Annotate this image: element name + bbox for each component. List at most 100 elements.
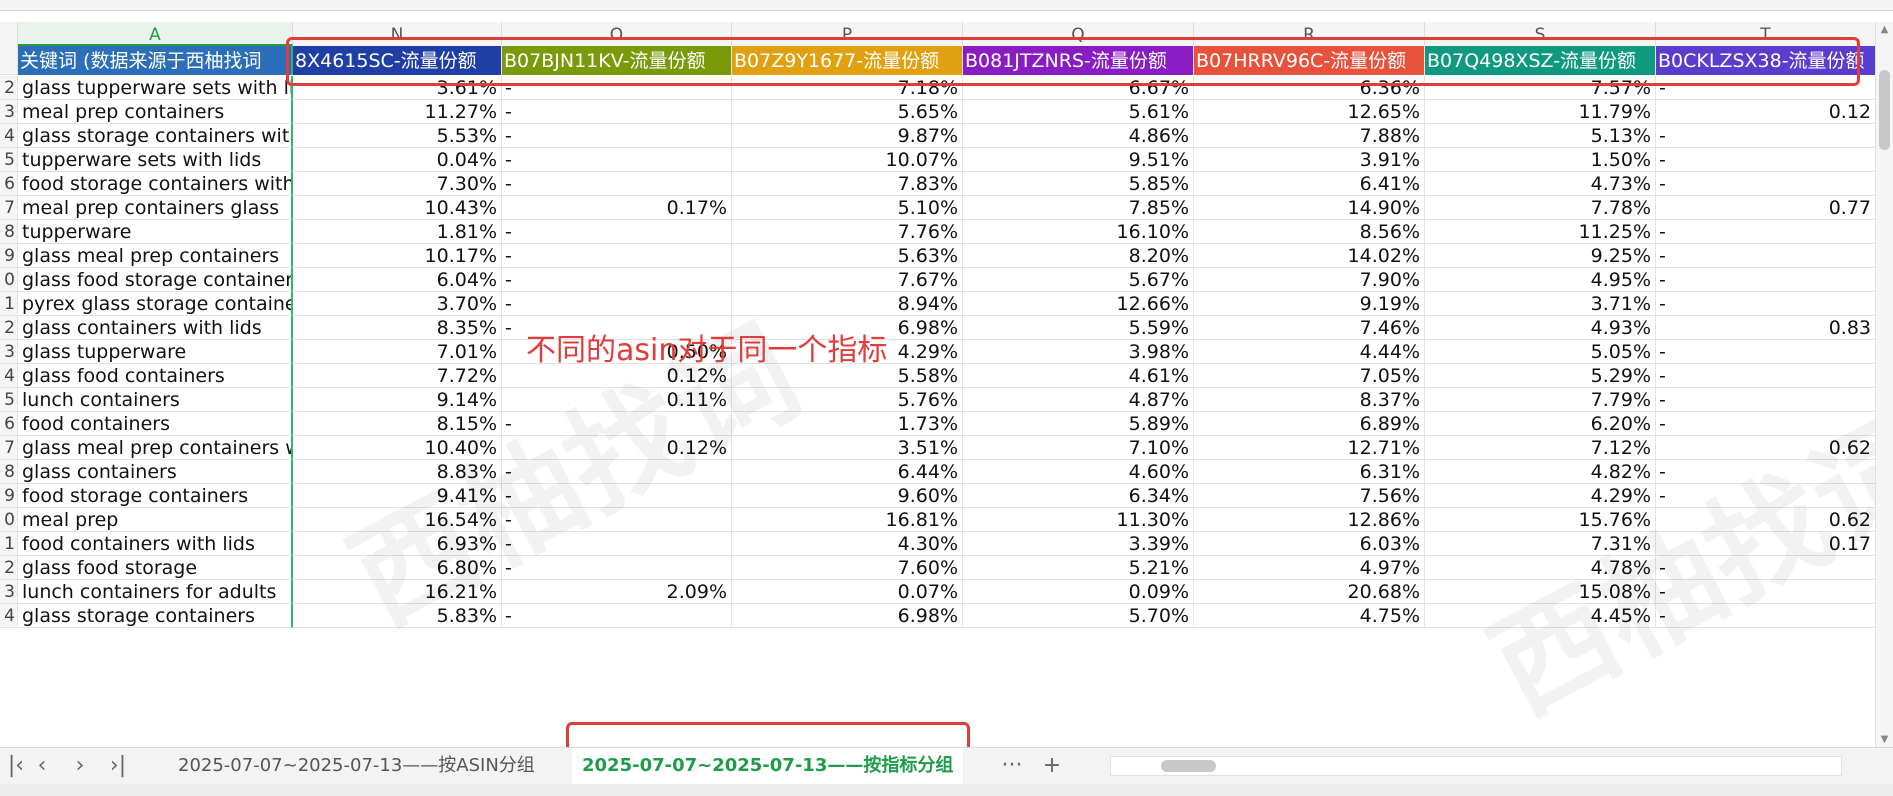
value-cell[interactable]: 16.21% <box>293 580 502 604</box>
value-cell[interactable]: - <box>1656 244 1876 268</box>
keyword-cell[interactable]: glass containers <box>18 460 293 484</box>
value-cell[interactable]: - <box>502 124 732 148</box>
value-cell[interactable]: 9.25% <box>1425 244 1656 268</box>
value-cell[interactable]: 0.07% <box>732 580 963 604</box>
row-number[interactable]: 2 <box>0 556 18 580</box>
value-cell[interactable]: 16.54% <box>293 508 502 532</box>
row-number[interactable]: 1 <box>0 532 18 556</box>
value-cell[interactable]: 5.85% <box>963 172 1194 196</box>
value-cell[interactable]: 11.25% <box>1425 220 1656 244</box>
value-cell[interactable]: 20.68% <box>1194 580 1425 604</box>
value-cell[interactable]: 8.15% <box>293 412 502 436</box>
value-cell[interactable]: 5.05% <box>1425 340 1656 364</box>
value-cell[interactable]: 3.70% <box>293 292 502 316</box>
value-cell[interactable]: 0.17 <box>1656 532 1876 556</box>
value-cell[interactable]: 9.87% <box>732 124 963 148</box>
keyword-cell[interactable]: food containers with lids <box>18 532 293 556</box>
value-cell[interactable]: 7.10% <box>963 436 1194 460</box>
value-cell[interactable]: 6.31% <box>1194 460 1425 484</box>
value-cell[interactable]: 12.71% <box>1194 436 1425 460</box>
add-sheet-icon[interactable]: + <box>1038 748 1066 784</box>
value-cell[interactable]: 0.17% <box>502 196 732 220</box>
value-cell[interactable]: 5.63% <box>732 244 963 268</box>
value-cell[interactable]: 4.60% <box>963 460 1194 484</box>
value-cell[interactable]: 4.95% <box>1425 268 1656 292</box>
value-cell[interactable]: - <box>1656 340 1876 364</box>
value-cell[interactable]: 4.44% <box>1194 340 1425 364</box>
more-sheets-icon[interactable]: ··· <box>998 748 1026 784</box>
value-cell[interactable]: 10.40% <box>293 436 502 460</box>
row-number[interactable]: 9 <box>0 484 18 508</box>
value-cell[interactable]: 7.30% <box>293 172 502 196</box>
value-cell[interactable]: - <box>502 508 732 532</box>
vertical-scroll-thumb[interactable] <box>1879 70 1890 150</box>
value-cell[interactable]: 12.66% <box>963 292 1194 316</box>
keyword-cell[interactable]: glass meal prep containers <box>18 244 293 268</box>
keyword-cell[interactable]: food storage containers with l <box>18 172 293 196</box>
value-cell[interactable]: - <box>502 148 732 172</box>
value-cell[interactable]: 7.12% <box>1425 436 1656 460</box>
row-number[interactable]: 7 <box>0 436 18 460</box>
value-cell[interactable]: 6.04% <box>293 268 502 292</box>
value-cell[interactable]: 9.19% <box>1194 292 1425 316</box>
value-cell[interactable]: 5.76% <box>732 388 963 412</box>
value-cell[interactable]: 16.10% <box>963 220 1194 244</box>
row-number[interactable]: 8 <box>0 220 18 244</box>
value-cell[interactable]: 4.29% <box>1425 484 1656 508</box>
value-cell[interactable]: 6.98% <box>732 604 963 628</box>
value-cell[interactable]: 11.27% <box>293 100 502 124</box>
scroll-down-icon[interactable]: ▼ <box>1876 734 1893 745</box>
value-cell[interactable]: 8.56% <box>1194 220 1425 244</box>
value-cell[interactable]: 3.51% <box>732 436 963 460</box>
value-cell[interactable]: 7.79% <box>1425 388 1656 412</box>
value-cell[interactable]: 7.72% <box>293 364 502 388</box>
column-letter-a[interactable]: A <box>18 22 293 46</box>
value-cell[interactable]: - <box>1656 220 1876 244</box>
value-cell[interactable]: 5.29% <box>1425 364 1656 388</box>
horizontal-scrollbar[interactable] <box>1110 756 1842 776</box>
value-cell[interactable]: - <box>502 532 732 556</box>
row-number[interactable]: 5 <box>0 148 18 172</box>
value-cell[interactable]: - <box>502 484 732 508</box>
value-cell[interactable]: - <box>1656 148 1876 172</box>
row-number[interactable]: 6 <box>0 412 18 436</box>
value-cell[interactable]: 0.09% <box>963 580 1194 604</box>
keyword-cell[interactable]: meal prep containers <box>18 100 293 124</box>
value-cell[interactable]: 7.88% <box>1194 124 1425 148</box>
value-cell[interactable]: 6.89% <box>1194 412 1425 436</box>
value-cell[interactable]: - <box>1656 292 1876 316</box>
value-cell[interactable]: 4.75% <box>1194 604 1425 628</box>
value-cell[interactable]: 7.31% <box>1425 532 1656 556</box>
value-cell[interactable]: 16.81% <box>732 508 963 532</box>
value-cell[interactable]: 0.62 <box>1656 436 1876 460</box>
value-cell[interactable]: 4.97% <box>1194 556 1425 580</box>
keyword-cell[interactable]: glass food containers <box>18 364 293 388</box>
value-cell[interactable]: 6.80% <box>293 556 502 580</box>
value-cell[interactable]: 7.78% <box>1425 196 1656 220</box>
value-cell[interactable]: 5.83% <box>293 604 502 628</box>
value-cell[interactable]: - <box>502 100 732 124</box>
value-cell[interactable]: 10.07% <box>732 148 963 172</box>
horizontal-scroll-thumb[interactable] <box>1161 760 1216 772</box>
value-cell[interactable]: - <box>502 268 732 292</box>
value-cell[interactable]: 7.60% <box>732 556 963 580</box>
keyword-cell[interactable]: lunch containers for adults <box>18 580 293 604</box>
value-cell[interactable]: - <box>502 556 732 580</box>
value-cell[interactable]: 11.30% <box>963 508 1194 532</box>
value-cell[interactable]: 5.61% <box>963 100 1194 124</box>
value-cell[interactable]: 10.43% <box>293 196 502 220</box>
value-cell[interactable]: 6.93% <box>293 532 502 556</box>
value-cell[interactable]: 4.73% <box>1425 172 1656 196</box>
row-number[interactable]: 8 <box>0 460 18 484</box>
value-cell[interactable]: 7.83% <box>732 172 963 196</box>
value-cell[interactable]: 12.86% <box>1194 508 1425 532</box>
value-cell[interactable]: 4.61% <box>963 364 1194 388</box>
row-number[interactable]: 0 <box>0 508 18 532</box>
row-number[interactable] <box>0 46 18 75</box>
keyword-cell[interactable]: glass food storage containers <box>18 268 293 292</box>
value-cell[interactable]: 0.83 <box>1656 316 1876 340</box>
sheet-tab-by-metric[interactable]: 2025-07-07~2025-07-13——按指标分组 <box>572 748 964 786</box>
value-cell[interactable]: - <box>1656 268 1876 292</box>
keyword-cell[interactable]: tupperware sets with lids <box>18 148 293 172</box>
value-cell[interactable]: 12.65% <box>1194 100 1425 124</box>
